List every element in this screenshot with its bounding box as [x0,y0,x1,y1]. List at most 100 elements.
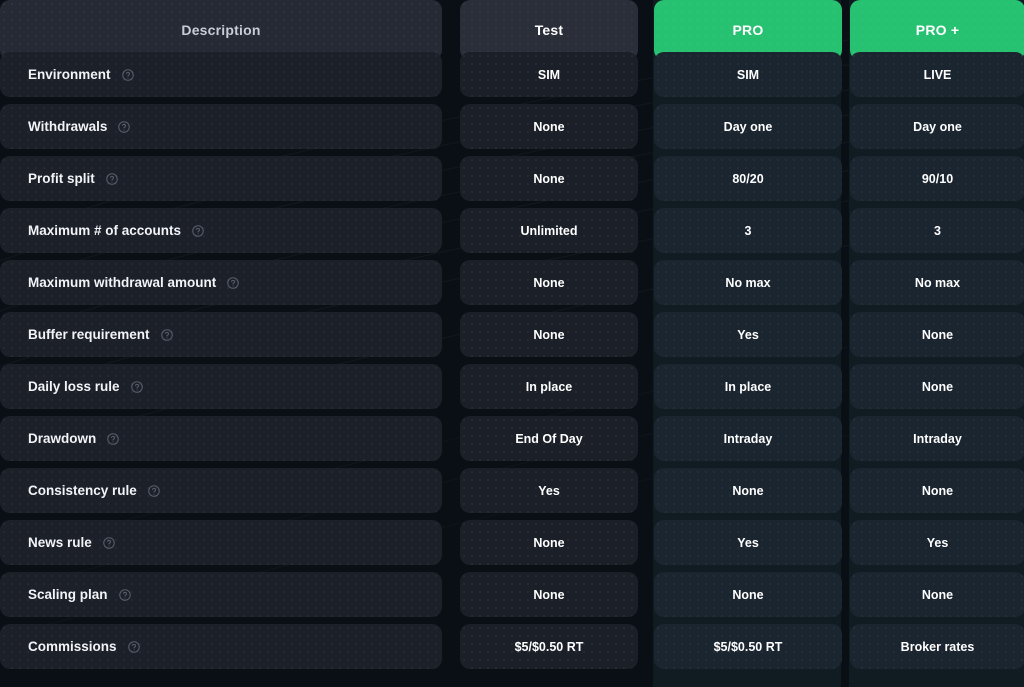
row-label-text: Consistency rule [28,483,137,498]
help-circle-icon[interactable] [121,68,135,82]
cell-value: End Of Day [515,432,582,446]
table-cell-pro-plus: Yes [850,520,1024,565]
pricing-comparison-page: Description Test PRO PRO + Environment S… [0,0,1024,687]
table-cell-pro-plus: 3 [850,208,1024,253]
cell-value: Unlimited [521,224,578,238]
cell-value: SIM [737,68,759,82]
help-circle-icon[interactable] [147,484,161,498]
row-label-text: Maximum withdrawal amount [28,275,216,290]
cell-value: 3 [934,224,941,238]
cell-value: Yes [538,484,560,498]
row-label-text: Commissions [28,639,117,654]
row-label-text: Maximum # of accounts [28,223,181,238]
table-cell-pro: Yes [654,312,842,357]
spacer [442,572,460,617]
help-circle-icon[interactable] [102,536,116,550]
table-cell-pro-plus: 90/10 [850,156,1024,201]
column-header-label: Description [181,22,260,38]
help-circle-icon[interactable] [106,432,120,446]
cell-value: LIVE [924,68,952,82]
help-circle-icon[interactable] [226,276,240,290]
table-cell-test: None [460,260,638,305]
spacer [638,0,654,60]
comparison-table: Description Test PRO PRO + Environment S… [0,0,1024,669]
table-cell-pro-plus: LIVE [850,52,1024,97]
spacer [638,156,654,201]
cell-value: None [533,120,564,134]
table-row-label: Profit split [0,156,442,201]
spacer [442,104,460,149]
cell-value: None [533,536,564,550]
cell-value: Day one [724,120,773,134]
column-header-pro[interactable]: PRO [654,0,842,60]
spacer [442,52,460,97]
cell-value: Intraday [913,432,962,446]
spacer [842,208,850,253]
cell-value: No max [725,276,770,290]
cell-value: None [922,328,953,342]
cell-value: $5/$0.50 RT [714,640,783,654]
table-cell-test: End Of Day [460,416,638,461]
table-row-label: News rule [0,520,442,565]
table-cell-pro-plus: None [850,312,1024,357]
table-cell-test: None [460,156,638,201]
spacer [442,312,460,357]
cell-value: None [533,588,564,602]
cell-value: 80/20 [732,172,763,186]
spacer [442,520,460,565]
table-cell-pro: Day one [654,104,842,149]
table-row-label: Withdrawals [0,104,442,149]
table-cell-pro-plus: None [850,364,1024,409]
table-row-label: Commissions [0,624,442,669]
spacer [842,572,850,617]
spacer [442,156,460,201]
spacer [638,104,654,149]
column-header-pro-plus[interactable]: PRO + [850,0,1024,60]
spacer [442,624,460,669]
table-row-label: Daily loss rule [0,364,442,409]
help-circle-icon[interactable] [130,380,144,394]
table-cell-test: None [460,312,638,357]
table-cell-test: None [460,572,638,617]
column-header-test[interactable]: Test [460,0,638,60]
cell-value: SIM [538,68,560,82]
spacer [842,52,850,97]
spacer [638,208,654,253]
help-circle-icon[interactable] [118,588,132,602]
table-cell-pro-plus: Intraday [850,416,1024,461]
cell-value: Yes [927,536,949,550]
help-circle-icon[interactable] [127,640,141,654]
spacer [842,468,850,513]
row-label-text: News rule [28,535,92,550]
help-circle-icon[interactable] [160,328,174,342]
spacer [638,52,654,97]
cell-value: Yes [737,328,759,342]
table-cell-pro: SIM [654,52,842,97]
table-cell-test: Unlimited [460,208,638,253]
column-header-label: PRO [733,22,764,38]
spacer [638,364,654,409]
spacer [842,156,850,201]
row-label-text: Buffer requirement [28,327,150,342]
table-cell-test: None [460,520,638,565]
spacer [442,260,460,305]
table-cell-test: None [460,104,638,149]
column-header-label: Test [535,22,564,38]
spacer [842,416,850,461]
table-cell-pro: 3 [654,208,842,253]
help-circle-icon[interactable] [105,172,119,186]
cell-value: None [533,172,564,186]
row-label-text: Profit split [28,171,95,186]
table-cell-pro: None [654,572,842,617]
help-circle-icon[interactable] [117,120,131,134]
cell-value: Intraday [724,432,773,446]
spacer [842,260,850,305]
table-row-label: Environment [0,52,442,97]
cell-value: None [732,588,763,602]
help-circle-icon[interactable] [191,224,205,238]
table-cell-test: SIM [460,52,638,97]
row-label-text: Environment [28,67,111,82]
table-cell-pro-plus: None [850,468,1024,513]
table-cell-pro-plus: No max [850,260,1024,305]
spacer [638,520,654,565]
